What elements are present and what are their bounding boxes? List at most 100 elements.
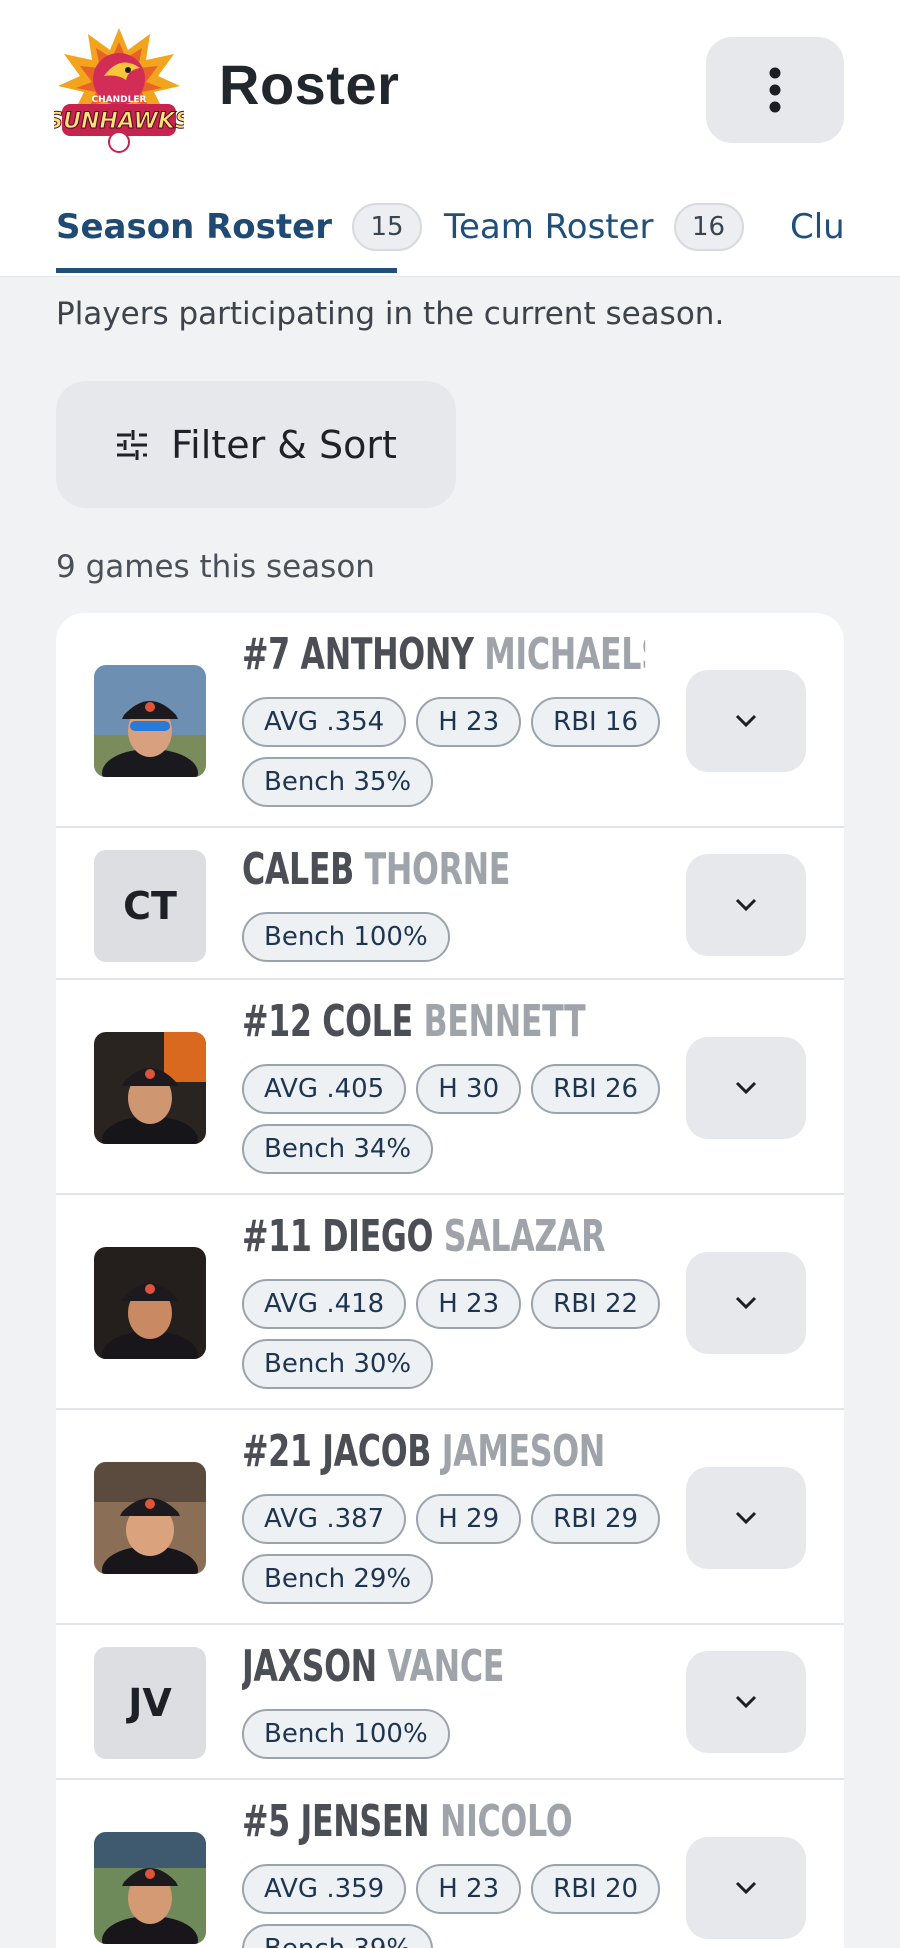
player-name: JAXSON VANCE [242,1641,504,1692]
tab-count-badge: 15 [351,203,422,251]
chevron-down-icon [735,1511,757,1525]
player-last-name: SALAZAR [443,1211,606,1262]
app-header: CHANDLER SUNHAWKS Roster Season Roster 1… [0,0,900,277]
stat-chip-avg: AVG .405 [242,1064,407,1114]
player-name: #12 COLE BENNETT [242,996,585,1047]
player-first-name: #21 JACOB [242,1426,432,1477]
player-row[interactable]: CT CALEB THORNE Bench 100% [56,828,844,980]
player-row[interactable]: #11 DIEGO SALAZAR AVG .418 H 23 RBI 22 B… [56,1195,844,1410]
tab-label: Clu [790,207,845,247]
expand-button[interactable] [686,1837,806,1939]
tab-label: Season Roster [56,207,332,247]
stat-chip-avg: AVG .359 [242,1864,407,1914]
stat-chip-bench: Bench 100% [242,1709,450,1759]
team-logo: CHANDLER SUNHAWKS [47,24,191,154]
more-options-button[interactable] [706,37,844,143]
expand-button[interactable] [686,1651,806,1753]
stat-chip-hits: H 29 [416,1494,522,1544]
chevron-down-icon [735,1081,757,1095]
tab-count-badge: 16 [673,203,744,251]
player-first-name: #7 ANTHONY [242,629,474,680]
player-photo [94,1832,206,1944]
chevron-down-icon [735,898,757,912]
stat-chip-hits: H 23 [416,1864,522,1914]
stat-chip-bench: Bench 35% [242,757,434,807]
more-vertical-icon [769,67,781,113]
stat-chip-rbi: RBI 16 [531,697,661,747]
filter-sort-label: Filter & Sort [171,422,397,467]
player-initials-avatar: JV [94,1647,206,1759]
player-first-name: JAXSON [242,1641,377,1692]
stat-chip-hits: H 23 [416,697,522,747]
player-last-name: THORNE [364,844,511,895]
expand-button[interactable] [686,670,806,772]
stat-chip-bench: Bench 29% [242,1554,434,1604]
player-photo [94,1247,206,1359]
games-count: 9 games this season [56,549,375,585]
stat-chip-bench: Bench 39% [242,1924,434,1948]
expand-button[interactable] [686,854,806,956]
player-first-name: CALEB [242,844,354,895]
stat-chip-hits: H 23 [416,1279,522,1329]
chevron-down-icon [735,714,757,728]
player-row[interactable]: #7 ANTHONY MICHAELSEN AVG .354 H 23 RBI … [56,613,844,828]
player-list: #7 ANTHONY MICHAELSEN AVG .354 H 23 RBI … [56,613,844,1948]
stat-chip-bench: Bench 34% [242,1124,434,1174]
expand-button[interactable] [686,1252,806,1354]
logo-caption: CHANDLER [92,95,147,105]
player-name: #21 JACOB JAMESON [242,1426,605,1477]
player-photo [94,1462,206,1574]
active-tab-indicator [56,268,397,273]
filter-sort-button[interactable]: Filter & Sort [56,381,456,508]
tab-label: Team Roster [444,207,654,247]
player-photo [94,665,206,777]
stat-chip-rbi: RBI 20 [531,1864,661,1914]
player-first-name: #12 COLE [242,996,413,1047]
player-name: #7 ANTHONY MICHAELSEN [242,629,645,680]
player-last-name: JAMESON [441,1426,605,1477]
stat-chip-rbi: RBI 22 [531,1279,661,1329]
player-last-name: MICHAELSEN [484,629,645,680]
player-row[interactable]: #12 COLE BENNETT AVG .405 H 30 RBI 26 Be… [56,980,844,1195]
player-photo [94,1032,206,1144]
stat-chips: AVG .387 H 29 RBI 29 Bench 29% [242,1494,662,1604]
sliders-icon [117,429,148,460]
chevron-down-icon [735,1296,757,1310]
expand-button[interactable] [686,1467,806,1569]
stat-chip-bench: Bench 100% [242,912,450,962]
stat-chips: AVG .405 H 30 RBI 26 Bench 34% [242,1064,662,1174]
player-row[interactable]: #5 JENSEN NICOLO AVG .359 H 23 RBI 20 Be… [56,1780,844,1948]
page-title: Roster [219,53,400,116]
stat-chips: AVG .354 H 23 RBI 16 Bench 35% [242,697,662,807]
player-name: #5 JENSEN NICOLO [242,1796,572,1847]
player-first-name: #11 DIEGO [242,1211,434,1262]
stat-chips: Bench 100% [242,912,662,962]
chevron-down-icon [735,1881,757,1895]
tab-clubs[interactable]: Clu [790,196,845,276]
expand-button[interactable] [686,1037,806,1139]
player-first-name: #5 JENSEN [242,1796,430,1847]
tab-team-roster[interactable]: Team Roster 16 [444,196,744,276]
stat-chips: AVG .418 H 23 RBI 22 Bench 30% [242,1279,662,1389]
stat-chip-avg: AVG .418 [242,1279,407,1329]
player-name: #11 DIEGO SALAZAR [242,1211,605,1262]
player-last-name: BENNETT [423,996,586,1047]
stat-chip-hits: H 30 [416,1064,522,1114]
stat-chip-rbi: RBI 26 [531,1064,661,1114]
roster-description: Players participating in the current sea… [56,296,725,332]
logo-wordmark: SUNHAWKS [54,109,184,134]
chevron-down-icon [735,1695,757,1709]
player-last-name: VANCE [387,1641,505,1692]
player-initials-avatar: CT [94,850,206,962]
stat-chip-avg: AVG .354 [242,697,407,747]
roster-tabs: Season Roster 15 Team Roster 16 Clu [0,196,900,276]
stat-chips: Bench 100% [242,1709,662,1759]
player-last-name: NICOLO [439,1796,573,1847]
stat-chips: AVG .359 H 23 RBI 20 Bench 39% [242,1864,662,1948]
stat-chip-rbi: RBI 29 [531,1494,661,1544]
player-row[interactable]: JV JAXSON VANCE Bench 100% [56,1625,844,1780]
tab-season-roster[interactable]: Season Roster 15 [56,196,422,276]
stat-chip-bench: Bench 30% [242,1339,434,1389]
player-name: CALEB THORNE [242,844,510,895]
player-row[interactable]: #21 JACOB JAMESON AVG .387 H 29 RBI 29 B… [56,1410,844,1625]
